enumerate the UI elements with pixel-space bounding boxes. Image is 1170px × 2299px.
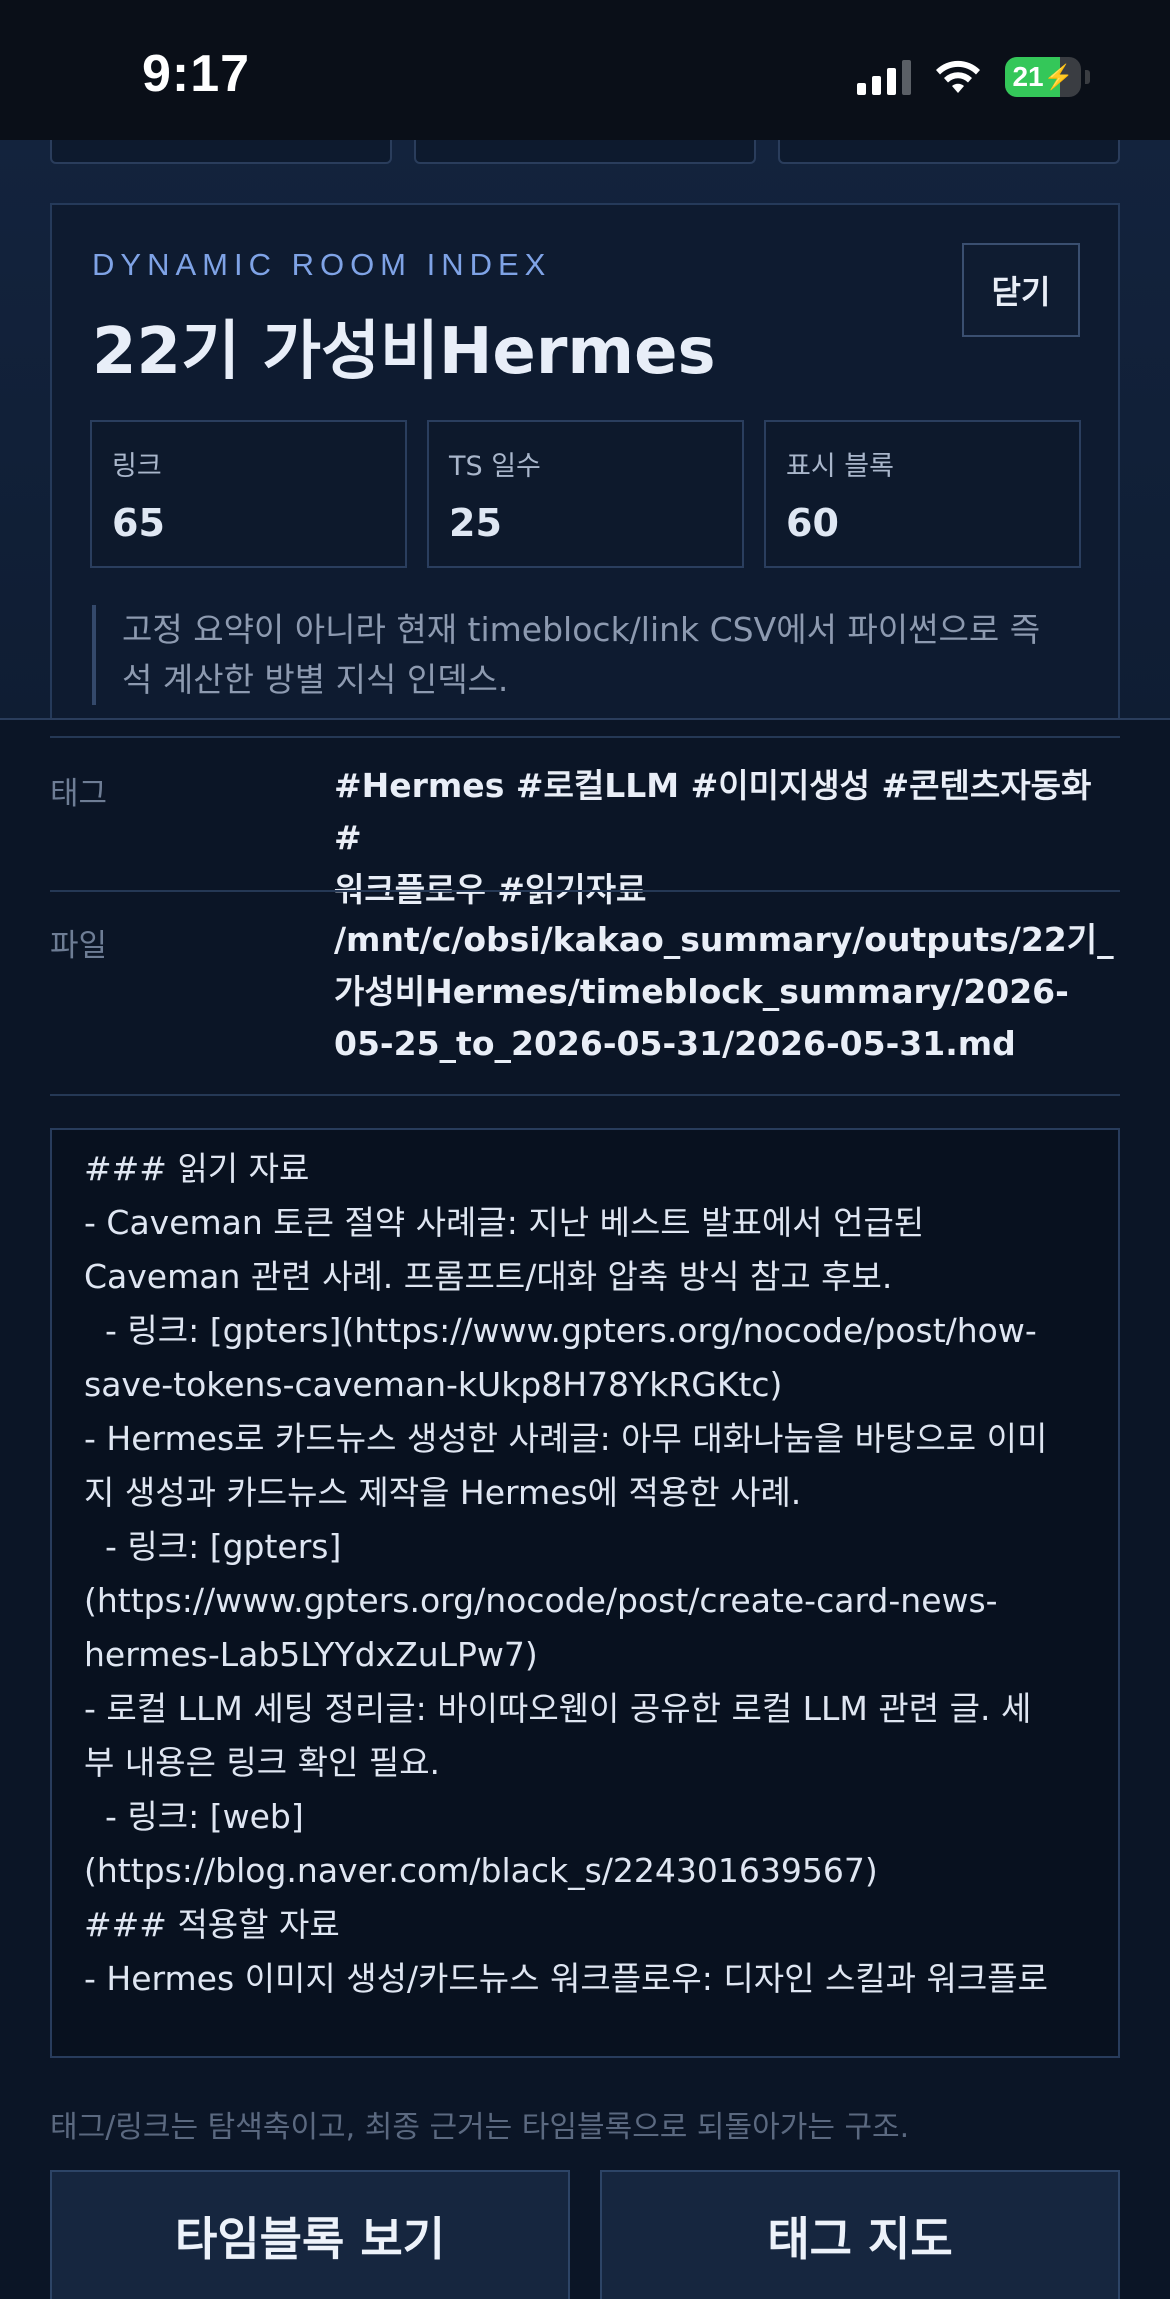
dynamic-room-index-card: DYNAMIC ROOM INDEX 22기 가성비Hermes 닫기 링크 6… [50,203,1120,723]
stat-label: 표시 블록 [786,451,894,482]
content-line: - 로컬 LLM 세팅 정리글: 바이따오웬이 공유한 로컬 LLM 관련 글.… [84,1689,1032,1728]
content-line: ### 적용할 자료 [84,1905,340,1944]
timeblock-view-button[interactable]: 타임블록 보기 [50,2170,570,2299]
status-bar: 9:17 21 ⚡ [0,0,1170,140]
room-index-kicker: DYNAMIC ROOM INDEX [92,247,552,282]
battery-cap [1085,70,1090,84]
previous-card-edge [414,140,756,164]
tags-label: 태그 [50,776,108,812]
wifi-icon [936,60,980,93]
content-line: - 링크: [gpters] [84,1527,342,1566]
status-icons: 21 ⚡ [857,52,1090,102]
content-line: - 링크: [gpters](https://www.gpters.org/no… [84,1311,1037,1350]
stats-row: 링크 65 TS 일수 25 표시 블록 60 [90,420,1081,568]
detail-sheet: 태그 #Hermes #로컬LLM #이미지생성 #콘텐츠자동화 # 워크플로우… [0,718,1170,2299]
battery-percentage: 21 ⚡ [1012,61,1074,92]
stat-label: TS 일수 [449,451,541,482]
content-line: (https://blog.naver.com/black_s/22430163… [84,1851,878,1890]
battery-icon: 21 ⚡ [1005,57,1081,97]
content-line: (https://www.gpters.org/nocode/post/crea… [84,1581,998,1620]
file-label: 파일 [50,928,108,964]
index-note: 고정 요약이 아니라 현재 timeblock/link CSV에서 파이썬으로… [92,605,1082,705]
content-line: - Hermes로 카드뉴스 생성한 사례글: 아무 대화나눔을 바탕으로 이미 [84,1419,1048,1458]
stat-value: 25 [449,501,502,545]
footer-note: 태그/링크는 탐색축이고, 최종 근거는 타임블록으로 되돌아가는 구조. [50,2110,910,2145]
status-time: 9:17 [142,45,251,103]
stat-display-blocks: 표시 블록 60 [764,420,1081,568]
file-path-line: 05-25_to_2026-05-31/2026-05-31.md [334,1024,1016,1063]
content-line: - 링크: [web] [84,1797,304,1836]
previous-card-edge [778,140,1120,164]
file-row: 파일 /mnt/c/obsi/kakao_summary/outputs/22기… [50,890,1120,1094]
stat-links: 링크 65 [90,420,407,568]
note-line: 석 계산한 방별 지식 인덱스. [122,660,509,699]
file-path[interactable]: /mnt/c/obsi/kakao_summary/outputs/22기_ 가… [334,914,1120,1070]
content-line: - Hermes 이미지 생성/카드뉴스 워크플로우: 디자인 스킬과 워크플로 [84,1959,1048,1998]
file-path-line: /mnt/c/obsi/kakao_summary/outputs/22기_ [334,920,1114,959]
file-path-line: 가성비Hermes/timeblock_summary/2026- [334,972,1069,1011]
note-line: 고정 요약이 아니라 현재 timeblock/link CSV에서 파이썬으로… [122,610,1041,649]
previous-card-edge [50,140,392,164]
content-line: - Caveman 토큰 절약 사례글: 지난 베스트 발표에서 언급된 [84,1203,925,1242]
tags-line: #Hermes #로컬LLM #이미지생성 #콘텐츠자동화 # [334,766,1092,857]
content-line: save-tokens-caveman-kUkp8H78YkRGKtc) [84,1365,783,1404]
room-title: 22기 가성비Hermes [92,315,716,389]
stat-ts-days: TS 일수 25 [427,420,744,568]
cellular-signal-icon [857,59,911,95]
stat-value: 60 [786,501,839,545]
content-line: ### 읽기 자료 [84,1149,310,1188]
content-line: 지 생성과 카드뉴스 제작을 Hermes에 적용한 사례. [84,1473,802,1512]
content-line: Caveman 관련 사례. 프롬프트/대화 압축 방식 참고 후보. [84,1257,893,1296]
stat-value: 65 [112,501,165,545]
content-line: hermes-Lab5LYYdxZuLPw7) [84,1635,538,1674]
divider [50,1094,1120,1096]
content-line: 부 내용은 링크 확인 필요. [84,1743,441,1782]
stat-label: 링크 [112,451,162,482]
close-button[interactable]: 닫기 [962,243,1080,337]
tags-row: 태그 #Hermes #로컬LLM #이미지생성 #콘텐츠자동화 # 워크플로우… [50,736,1120,909]
tag-map-button[interactable]: 태그 지도 [600,2170,1120,2299]
markdown-content-box[interactable]: ### 읽기 자료 - Caveman 토큰 절약 사례글: 지난 베스트 발표… [50,1128,1120,2058]
